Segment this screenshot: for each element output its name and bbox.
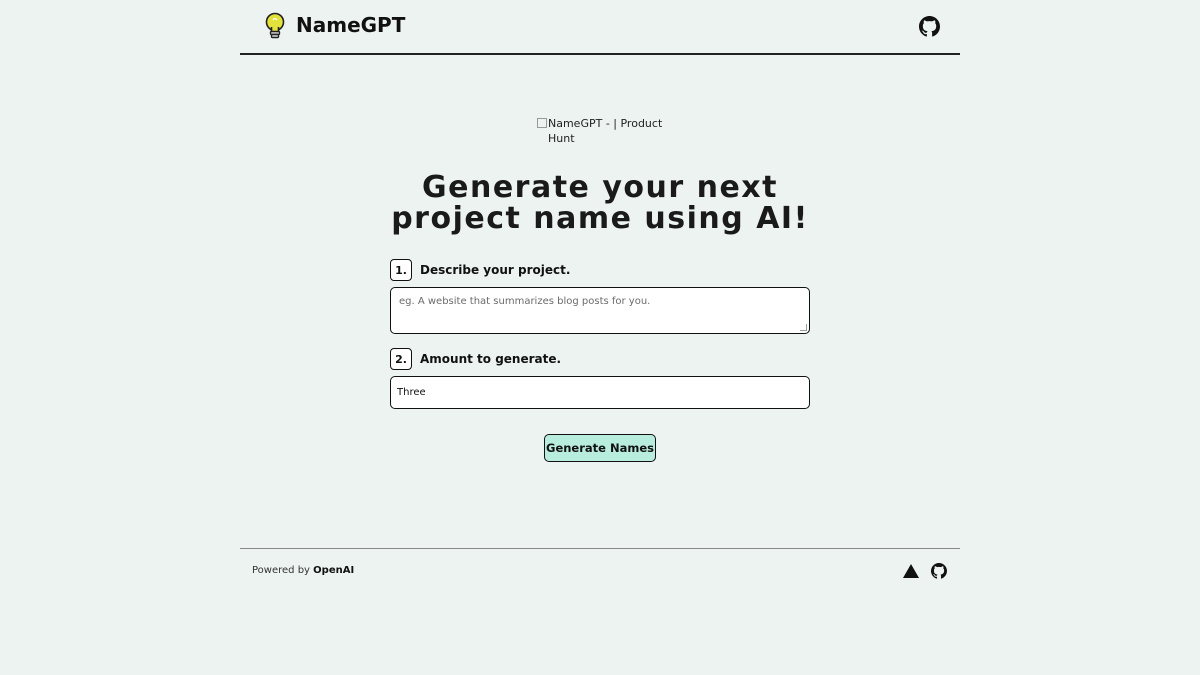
hero-title: Generate your next project name using AI…: [391, 170, 809, 236]
step-2: 2. Amount to generate.: [390, 348, 561, 370]
project-description-input[interactable]: [390, 287, 810, 334]
amount-select[interactable]: Three: [390, 376, 810, 409]
openai-link[interactable]: OpenAI: [313, 565, 354, 576]
powered-by: Powered by OpenAI: [252, 565, 354, 576]
step-1-number: 1.: [390, 259, 412, 281]
site-footer: Powered by OpenAI: [240, 548, 960, 593]
generate-names-button[interactable]: Generate Names: [544, 434, 656, 462]
product-hunt-alt-text: NameGPT - | Product Hunt: [548, 117, 663, 145]
github-icon[interactable]: [919, 16, 940, 37]
step-2-number: 2.: [390, 348, 412, 370]
github-icon[interactable]: [931, 563, 947, 579]
amount-selected-value: Three: [397, 387, 426, 398]
powered-by-prefix: Powered by: [252, 565, 310, 576]
step-1: 1. Describe your project.: [390, 259, 570, 281]
lightbulb-icon[interactable]: [264, 12, 286, 40]
site-header: NameGPT: [240, 0, 960, 55]
product-hunt-badge[interactable]: NameGPT - | Product Hunt: [537, 116, 667, 146]
broken-image-icon: [537, 118, 547, 128]
vercel-icon[interactable]: [903, 564, 919, 578]
step-1-label: Describe your project.: [420, 263, 571, 277]
step-2-label: Amount to generate.: [420, 352, 562, 366]
app-title[interactable]: NameGPT: [296, 13, 405, 37]
